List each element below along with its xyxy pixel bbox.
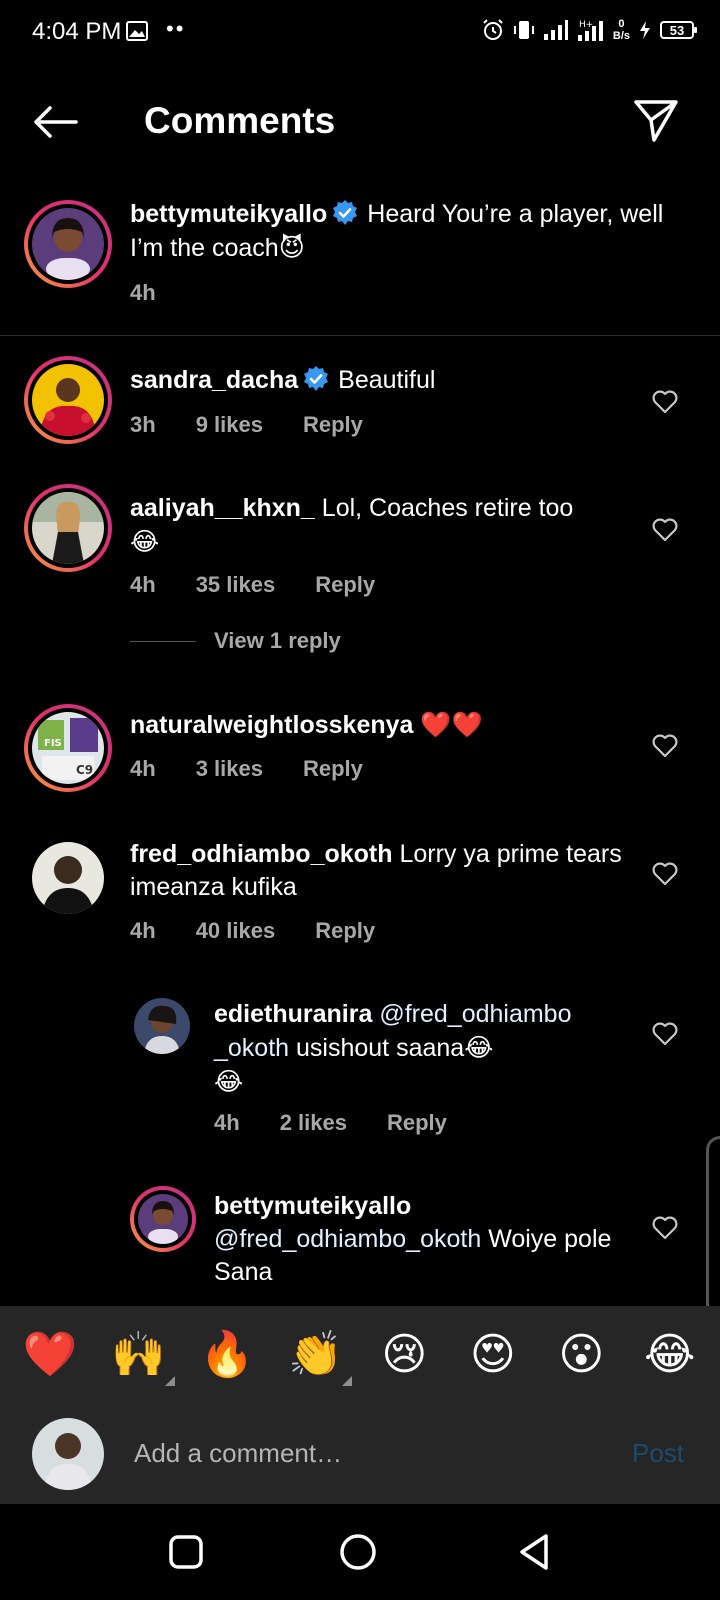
charging-icon	[640, 21, 650, 39]
divider	[130, 640, 196, 642]
reply-username[interactable]: bettymuteikyallo	[214, 1192, 411, 1220]
avatar[interactable]	[24, 200, 112, 288]
my-avatar	[32, 1418, 104, 1490]
svg-text:H+: H+	[579, 20, 593, 30]
skin-tone-indicator-icon	[341, 1376, 352, 1386]
reply-button[interactable]: Reply	[315, 572, 375, 598]
comment-time: 4h	[130, 572, 156, 597]
comment-text: Lol, Coaches retire too	[321, 494, 574, 522]
comment-time: 4h	[130, 918, 156, 943]
avatar[interactable]: FIS C9	[24, 704, 112, 792]
reply-button[interactable]: Reply	[387, 1110, 447, 1136]
back-button[interactable]	[30, 100, 80, 144]
verified-badge-icon	[331, 199, 359, 227]
share-button[interactable]	[632, 96, 680, 144]
comment-username[interactable]: sandra_dacha	[130, 366, 298, 394]
caption-username[interactable]: bettymuteikyallo	[130, 200, 327, 228]
comment-text: Beautiful	[338, 366, 436, 394]
triangle-back-icon	[520, 1534, 548, 1570]
caption-emoji: 😈	[278, 233, 305, 262]
comment-likes[interactable]: 35 likes	[196, 572, 276, 598]
network-speed: 0 B/s	[612, 18, 630, 42]
comment-input[interactable]	[134, 1428, 594, 1478]
page-title: Comments	[144, 100, 336, 141]
svg-text:FIS: FIS	[44, 738, 62, 749]
emoji-clap-button[interactable]: 👏	[286, 1328, 352, 1386]
comment-time: 4h	[130, 756, 156, 781]
status-time: 4:04 PM	[32, 18, 122, 45]
emoji-laughing-button[interactable]: 😂	[640, 1329, 700, 1380]
like-heart-icon[interactable]	[652, 1216, 678, 1240]
reply-likes[interactable]: 2 likes	[280, 1110, 347, 1136]
system-navigation-bar	[0, 1504, 720, 1600]
gallery-icon	[126, 21, 148, 46]
post-caption: bettymuteikyallo Heard You’re a player, w…	[0, 196, 720, 336]
alarm-icon	[483, 19, 503, 40]
reply-time: 4h	[214, 1110, 240, 1135]
quick-emoji-bar: ❤️ 🙌 🔥 👏 😢 😍 😮 😂	[0, 1306, 720, 1402]
reply-emoji: 😂	[464, 1033, 494, 1062]
avatar[interactable]	[24, 356, 112, 444]
post-button[interactable]: Post	[632, 1438, 684, 1469]
vibrate-icon	[513, 21, 534, 39]
verified-badge-icon	[302, 365, 330, 393]
comment-username[interactable]: naturalweightlosskenya	[130, 711, 413, 739]
signal-2-icon: H+	[577, 20, 603, 41]
emoji-raised-hands-button[interactable]: 🙌	[109, 1328, 175, 1386]
emoji-fire-button[interactable]: 🔥	[197, 1328, 257, 1380]
top-bar: Comments	[0, 80, 720, 164]
notification-dots-icon: ••	[166, 16, 186, 41]
emoji-heart-eyes-button[interactable]: 😍	[463, 1329, 523, 1380]
status-icons: H+ 0 B/s 53	[481, 18, 697, 42]
comment-emoji: 😂	[130, 527, 160, 556]
reply-button[interactable]: Reply	[315, 918, 375, 944]
like-heart-icon[interactable]	[652, 1022, 678, 1046]
avatar[interactable]	[24, 484, 112, 572]
comment-username[interactable]: fred_odhiambo_okoth	[130, 840, 393, 868]
emoji-surprised-button[interactable]: 😮	[551, 1329, 611, 1380]
avatar[interactable]	[134, 998, 190, 1054]
avatar[interactable]	[32, 842, 104, 914]
comment-composer: Post	[0, 1402, 720, 1504]
comment-username[interactable]: aaliyah__khxn_	[130, 494, 315, 522]
comment-likes[interactable]: 40 likes	[196, 918, 276, 944]
battery-indicator: 53	[660, 21, 697, 39]
scrollbar[interactable]	[706, 1136, 720, 1322]
svg-text:C9: C9	[76, 763, 93, 777]
arrow-left-icon	[34, 106, 78, 138]
view-replies-button[interactable]: View 1 reply	[130, 628, 341, 654]
like-heart-icon[interactable]	[652, 862, 678, 886]
recents-button[interactable]	[166, 1532, 206, 1572]
skin-tone-indicator-icon	[164, 1376, 175, 1386]
status-bar: 4:04 PM •• H+ 0 B/s 53	[0, 0, 720, 64]
like-heart-icon[interactable]	[652, 734, 678, 758]
back-nav-button[interactable]	[514, 1532, 554, 1572]
caption-time: 4h	[130, 280, 156, 305]
square-icon	[169, 1535, 203, 1569]
mention-link[interactable]: @fred_odhiambo_okoth	[214, 1225, 481, 1253]
emoji-heart-button[interactable]: ❤️	[20, 1328, 80, 1380]
reply-button[interactable]: Reply	[303, 412, 363, 438]
like-heart-icon[interactable]	[652, 518, 678, 542]
emoji-crying-button[interactable]: 😢	[374, 1329, 434, 1380]
avatar[interactable]	[130, 1186, 196, 1252]
comment-likes[interactable]: 3 likes	[196, 756, 263, 782]
like-heart-icon[interactable]	[652, 390, 678, 414]
caption-meta: 4h	[130, 280, 156, 306]
home-button[interactable]	[338, 1532, 378, 1572]
reply-text: usishout saana	[296, 1034, 465, 1062]
paper-plane-icon	[634, 100, 678, 142]
reply-emoji: 😂	[214, 1067, 244, 1096]
circle-icon	[340, 1534, 376, 1570]
signal-icon	[543, 20, 568, 40]
reply-username[interactable]: ediethuranira	[214, 1000, 372, 1028]
comment-emoji: ❤️❤️	[420, 710, 483, 739]
comment-time: 3h	[130, 412, 156, 437]
caption-text: bettymuteikyallo Heard You’re a player, w…	[130, 198, 670, 265]
view-replies-label: View 1 reply	[214, 628, 341, 653]
comment-likes[interactable]: 9 likes	[196, 412, 263, 438]
reply-button[interactable]: Reply	[303, 756, 363, 782]
